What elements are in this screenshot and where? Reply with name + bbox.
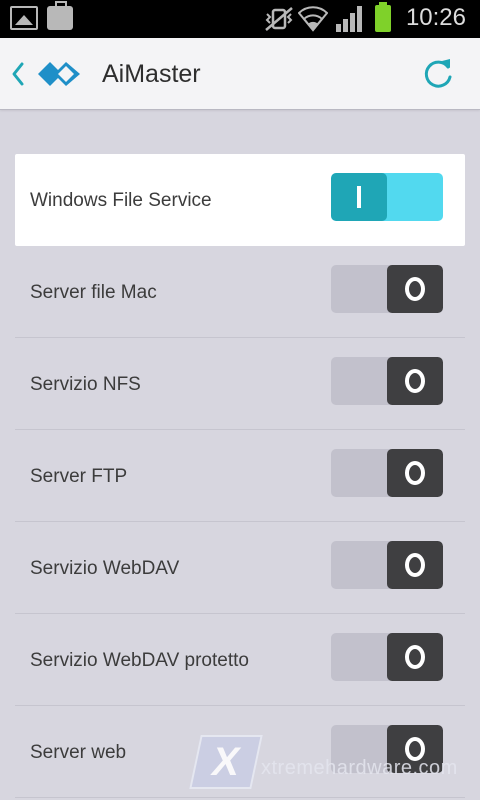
toggle-knob <box>387 633 443 681</box>
app-title: AiMaster <box>102 60 201 88</box>
toggle-knob <box>387 449 443 497</box>
signal-icon <box>336 6 364 32</box>
service-row-servizio-nfs: Servizio NFS <box>15 338 465 430</box>
watermark-logo: X <box>189 735 263 789</box>
toggle-off-glyph <box>405 645 425 669</box>
service-label: Server web <box>30 742 127 763</box>
toggle-off-glyph <box>405 461 425 485</box>
service-row-server-file-mac: Server file Mac <box>15 246 465 338</box>
service-row-windows-file-service: Windows File Service <box>15 154 465 246</box>
status-bar: 10:26 <box>0 0 480 38</box>
watermark-text: xtremehardware.com <box>261 757 458 779</box>
service-row-servizio-webdav: Servizio WebDAV <box>15 522 465 614</box>
service-label: Windows File Service <box>30 190 212 211</box>
service-label: Server file Mac <box>30 282 157 303</box>
toggle-on-glyph <box>357 186 361 208</box>
battery-icon <box>375 2 391 32</box>
vibrate-mute-icon <box>265 7 293 31</box>
service-label: Servizio WebDAV <box>30 558 180 579</box>
servizio-webdav-toggle[interactable] <box>331 541 443 589</box>
action-bar: AiMaster <box>0 38 480 110</box>
servizio-webdav-protetto-toggle[interactable] <box>331 633 443 681</box>
briefcase-icon <box>47 1 73 30</box>
service-label: Server FTP <box>30 466 128 487</box>
toggle-knob <box>331 173 387 221</box>
status-time: 10:26 <box>405 4 466 31</box>
toggle-off-glyph <box>405 553 425 577</box>
back-chevron-icon[interactable] <box>10 60 26 88</box>
toggle-off-glyph <box>405 277 425 301</box>
toggle-knob <box>387 541 443 589</box>
windows-file-service-toggle[interactable] <box>331 173 443 221</box>
service-list: Windows File Service Server file Mac Ser… <box>15 154 465 798</box>
watermark: X xtremehardware.com <box>189 735 458 795</box>
server-ftp-toggle[interactable] <box>331 449 443 497</box>
toggle-knob <box>387 357 443 405</box>
service-label: Servizio NFS <box>30 374 141 395</box>
service-row-servizio-webdav-protetto: Servizio WebDAV protetto <box>15 614 465 706</box>
toggle-knob <box>387 265 443 313</box>
service-row-server-ftp: Server FTP <box>15 430 465 522</box>
server-file-mac-toggle[interactable] <box>331 265 443 313</box>
image-icon <box>10 6 38 30</box>
wifi-icon <box>298 6 328 32</box>
servizio-nfs-toggle[interactable] <box>331 357 443 405</box>
refresh-icon[interactable] <box>420 55 456 93</box>
toggle-off-glyph <box>405 369 425 393</box>
service-label: Servizio WebDAV protetto <box>30 650 249 671</box>
app-logo-icon <box>38 62 80 86</box>
